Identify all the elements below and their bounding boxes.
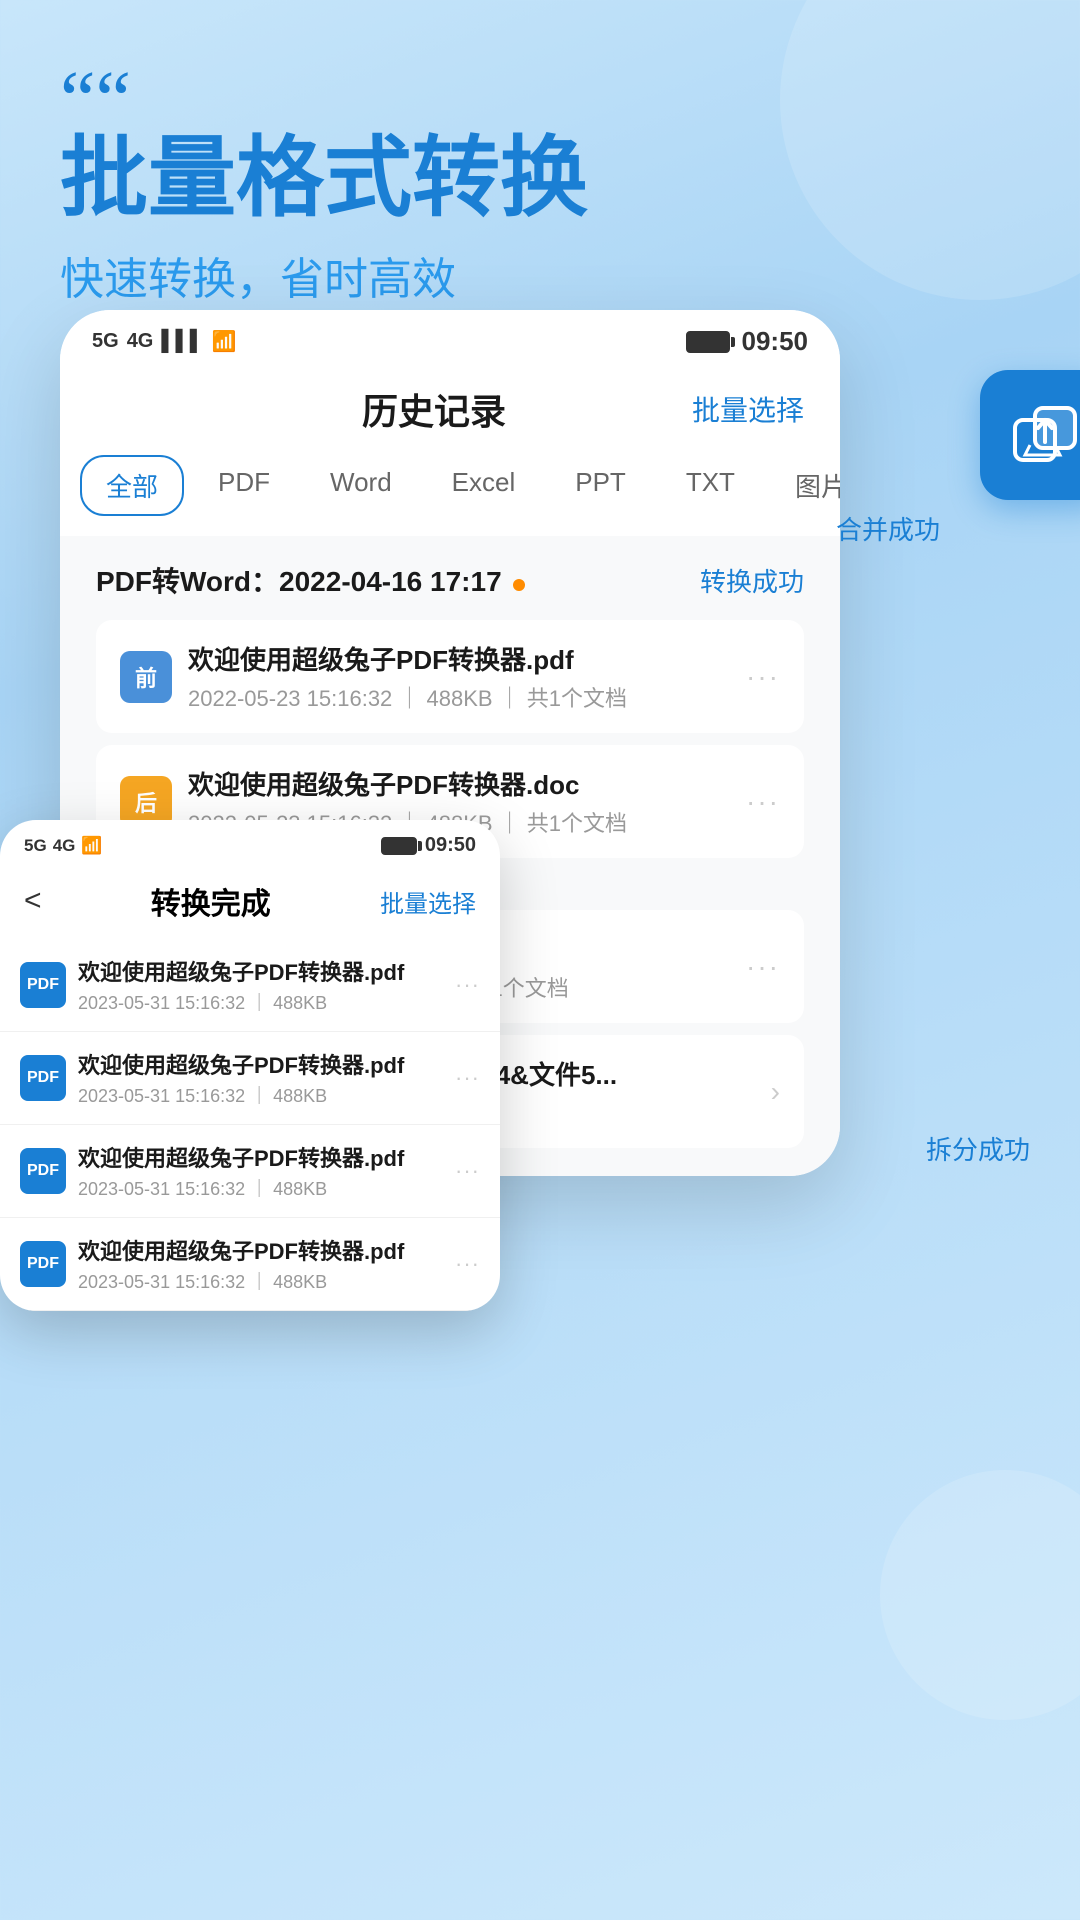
pm2-title: 转换完成	[151, 879, 271, 923]
tab-pdf[interactable]: PDF	[192, 455, 296, 516]
merge-success-label: 合并成功	[836, 510, 940, 547]
second-phone-mockup: 5G 4G 📶 09:50 < 转换完成 批量选择 PDF 欢迎使用超级兔子PD…	[0, 820, 500, 1311]
phone-title: 历史记录	[362, 383, 506, 435]
pm2-pdf-icon-4: PDF	[20, 1241, 66, 1287]
pm2-file-name-2: 欢迎使用超级兔子PDF转换器.pdf	[78, 1048, 443, 1080]
file-menu-after[interactable]: ···	[746, 786, 780, 818]
share-merge-button[interactable]	[980, 370, 1080, 500]
tab-image[interactable]: 图片	[769, 455, 840, 516]
pm2-4g: 4G	[53, 836, 76, 856]
pm2-file-info-2: 欢迎使用超级兔子PDF转换器.pdf 2023-05-31 15:16:32 ｜…	[78, 1048, 443, 1108]
pm2-file-name-4: 欢迎使用超级兔子PDF转换器.pdf	[78, 1234, 443, 1266]
pm2-pdf-icon-1: PDF	[20, 962, 66, 1008]
pm2-pdf-icon-3: PDF	[20, 1148, 66, 1194]
pm2-menu-1[interactable]: ···	[455, 972, 480, 998]
batch-select-button[interactable]: 批量选择	[692, 389, 804, 429]
merge-file-menu[interactable]: ···	[746, 951, 780, 983]
pm2-file-meta-2: 2023-05-31 15:16:32 ｜ 488KB	[78, 1082, 443, 1108]
split-success-label: 拆分成功	[926, 1130, 1030, 1167]
pm2-status-bar: 5G 4G 📶 09:50	[0, 820, 500, 871]
phone-header: 历史记录 批量选择	[60, 373, 840, 455]
orange-dot	[513, 579, 525, 591]
pm2-pdf-icon-2: PDF	[20, 1055, 66, 1101]
pm2-file-item-2: PDF 欢迎使用超级兔子PDF转换器.pdf 2023-05-31 15:16:…	[0, 1032, 500, 1125]
conversion-title: PDF转Word：2022-04-16 17:17	[96, 560, 525, 600]
pm2-file-info-3: 欢迎使用超级兔子PDF转换器.pdf 2023-05-31 15:16:32 ｜…	[78, 1141, 443, 1201]
file-name-before: 欢迎使用超级兔子PDF转换器.pdf	[188, 640, 730, 677]
wifi-icon: 📶	[212, 329, 237, 354]
deco-circle-2	[880, 1470, 1080, 1720]
network-label-5g: 5G	[92, 330, 119, 353]
tab-ppt[interactable]: PPT	[549, 455, 652, 516]
pm2-file-name-1: 欢迎使用超级兔子PDF转换器.pdf	[78, 955, 443, 987]
file-name-after: 欢迎使用超级兔子PDF转换器.doc	[188, 765, 730, 802]
conversion-header: PDF转Word：2022-04-16 17:17 转换成功	[96, 560, 804, 600]
pm2-file-item-4: PDF 欢迎使用超级兔子PDF转换器.pdf 2023-05-31 15:16:…	[0, 1218, 500, 1311]
pm2-network: 5G 4G 📶	[24, 836, 103, 856]
file-info-before: 欢迎使用超级兔子PDF转换器.pdf 2022-05-23 15:16:32 ｜…	[188, 640, 730, 713]
pm2-file-meta-4: 2023-05-31 15:16:32 ｜ 488KB	[78, 1268, 443, 1294]
file-badge-prev: 前	[120, 651, 172, 703]
pm2-file-meta-1: 2023-05-31 15:16:32 ｜ 488KB	[78, 989, 443, 1015]
pm2-wifi-icon: 📶	[81, 836, 102, 856]
pm2-file-item-1: PDF 欢迎使用超级兔子PDF转换器.pdf 2023-05-31 15:16:…	[0, 939, 500, 1032]
status-bar-right: 09:50	[686, 326, 809, 357]
time-display: 09:50	[742, 326, 809, 357]
conversion-status: 转换成功	[700, 562, 804, 599]
pm2-batch-select[interactable]: 批量选择	[380, 884, 476, 919]
pm2-files-list: PDF 欢迎使用超级兔子PDF转换器.pdf 2023-05-31 15:16:…	[0, 939, 500, 1311]
pm2-back-button[interactable]: <	[24, 884, 42, 918]
signal-icon: ▌▌▌	[161, 330, 204, 353]
pm2-5g: 5G	[24, 836, 47, 856]
network-label-4g: 4G	[127, 330, 154, 353]
status-bar: 5G 4G ▌▌▌ 📶 09:50	[60, 310, 840, 373]
share-icon	[1010, 400, 1080, 470]
pm2-menu-2[interactable]: ···	[455, 1065, 480, 1091]
filter-tabs: 全部 PDF Word Excel PPT TXT 图片	[60, 455, 840, 536]
tab-txt[interactable]: TXT	[660, 455, 761, 516]
pm2-file-meta-3: 2023-05-31 15:16:32 ｜ 488KB	[78, 1175, 443, 1201]
pm2-menu-3[interactable]: ···	[455, 1158, 480, 1184]
tab-word[interactable]: Word	[304, 455, 418, 516]
pm2-file-info-1: 欢迎使用超级兔子PDF转换器.pdf 2023-05-31 15:16:32 ｜…	[78, 955, 443, 1015]
pm2-battery	[381, 837, 417, 855]
pm2-header: < 转换完成 批量选择	[0, 871, 500, 939]
pm2-menu-4[interactable]: ···	[455, 1251, 480, 1277]
pm2-file-item-3: PDF 欢迎使用超级兔子PDF转换器.pdf 2023-05-31 15:16:…	[0, 1125, 500, 1218]
pm2-time: 09:50	[425, 834, 476, 857]
status-bar-left: 5G 4G ▌▌▌ 📶	[92, 329, 237, 354]
tab-all[interactable]: 全部	[80, 455, 184, 516]
file-item-before: 前 欢迎使用超级兔子PDF转换器.pdf 2022-05-23 15:16:32…	[96, 620, 804, 733]
tab-excel[interactable]: Excel	[426, 455, 542, 516]
pm2-file-name-3: 欢迎使用超级兔子PDF转换器.pdf	[78, 1141, 443, 1173]
pm2-file-info-4: 欢迎使用超级兔子PDF转换器.pdf 2023-05-31 15:16:32 ｜…	[78, 1234, 443, 1294]
file-menu-before[interactable]: ···	[746, 661, 780, 693]
file-meta-before: 2022-05-23 15:16:32 ｜ 488KB ｜ 共1个文档	[188, 681, 730, 713]
battery-icon	[686, 331, 730, 353]
pm2-right: 09:50	[381, 834, 476, 857]
chevron-right-icon: ›	[771, 1076, 780, 1108]
